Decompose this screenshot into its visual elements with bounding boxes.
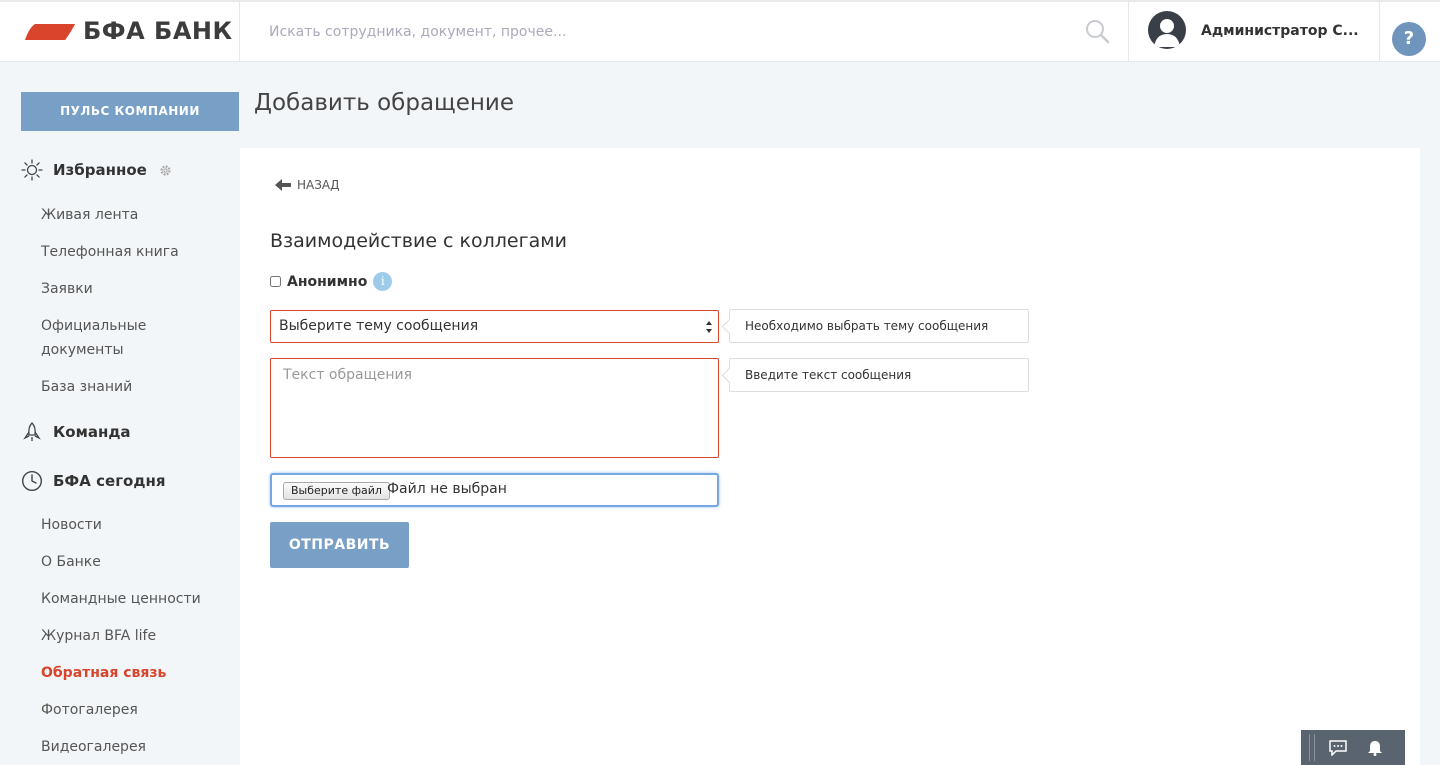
anonymous-checkbox[interactable]	[270, 276, 281, 287]
arrow-left-icon	[275, 179, 291, 191]
sidebar-item-photo-gallery[interactable]: Фотогалерея	[41, 698, 138, 722]
chat-icon[interactable]	[1329, 740, 1347, 756]
info-icon[interactable]: i	[373, 272, 393, 291]
search-icon[interactable]	[1084, 18, 1110, 44]
gear-icon[interactable]	[159, 164, 172, 177]
sidebar-item-label: Официальные	[41, 318, 147, 334]
rocket-icon	[23, 422, 41, 441]
sidebar-item-team-values[interactable]: Командные ценности	[41, 587, 201, 611]
top-header: БФА БАНК Администратор С... ?	[0, 0, 1440, 62]
logo[interactable]: БФА БАНК	[0, 2, 240, 62]
back-label: НАЗАД	[297, 178, 340, 192]
back-link[interactable]: НАЗАД	[275, 178, 340, 192]
choose-file-button[interactable]: Выберите файл	[283, 482, 390, 500]
clock-icon	[21, 470, 43, 492]
logo-text: БФА БАНК	[83, 17, 233, 45]
topic-select-value: Выберите тему сообщения	[279, 318, 479, 334]
dock-handle[interactable]	[1309, 734, 1315, 761]
sidebar-item-official-docs[interactable]: Официальные документы	[41, 314, 146, 362]
today-title: БФА сегодня	[53, 472, 166, 490]
submit-button[interactable]: ОТПРАВИТЬ	[270, 522, 409, 568]
bell-icon[interactable]	[1366, 740, 1384, 756]
anonymous-label: Анонимно	[287, 273, 368, 290]
file-input[interactable]: Выберите файл Файл не выбран	[270, 473, 719, 507]
page-title: Добавить обращение	[254, 90, 514, 116]
sidebar-item-bfa-life-journal[interactable]: Журнал BFA life	[41, 624, 156, 648]
sidebar-item-video-gallery[interactable]: Видеогалерея	[41, 735, 146, 759]
sidebar-item-knowledge-base[interactable]: База знаний	[41, 375, 132, 399]
form-title: Взаимодействие с коллегами	[270, 230, 567, 252]
user-icon	[1154, 19, 1180, 47]
sidebar-item-phone-book[interactable]: Телефонная книга	[41, 240, 179, 264]
sidebar-item-requests[interactable]: Заявки	[41, 277, 93, 301]
sidebar-item-live-feed[interactable]: Живая лента	[41, 203, 138, 227]
favorites-title: Избранное	[53, 161, 147, 179]
bottom-dock	[1301, 730, 1405, 765]
avatar[interactable]	[1148, 11, 1186, 49]
sidebar-section-team[interactable]: Команда	[21, 421, 131, 443]
sidebar-item-news[interactable]: Новости	[41, 513, 102, 537]
user-menu[interactable]: Администратор С...	[1130, 2, 1380, 62]
topic-error-hint: Необходимо выбрать тему сообщения	[729, 309, 1029, 343]
team-title: Команда	[53, 423, 131, 441]
sidebar-section-today[interactable]: БФА сегодня	[21, 470, 165, 492]
select-arrows-icon	[706, 321, 712, 333]
search-bar	[241, 2, 1129, 62]
message-textarea[interactable]	[270, 358, 719, 458]
sidebar-item-feedback[interactable]: Обратная связь	[41, 661, 166, 685]
topic-select[interactable]: Выберите тему сообщения	[270, 310, 719, 343]
search-input[interactable]	[269, 20, 1069, 44]
anonymous-option: Анонимно i	[270, 272, 393, 291]
message-error-hint: Введите текст сообщения	[729, 358, 1029, 392]
sidebar-section-favorites[interactable]: Избранное	[21, 159, 172, 181]
logo-mark-icon	[25, 24, 75, 40]
sun-icon	[21, 159, 43, 181]
user-name: Администратор С...	[1201, 23, 1359, 39]
file-status: Файл не выбран	[387, 481, 507, 497]
help-button[interactable]: ?	[1392, 22, 1426, 56]
form-panel: НАЗАД Взаимодействие с коллегами Анонимн…	[240, 148, 1420, 765]
company-pulse-button[interactable]: ПУЛЬС КОМПАНИИ	[21, 92, 239, 131]
sidebar-item-label: документы	[41, 342, 124, 358]
sidebar-item-about-bank[interactable]: О Банке	[41, 550, 101, 574]
